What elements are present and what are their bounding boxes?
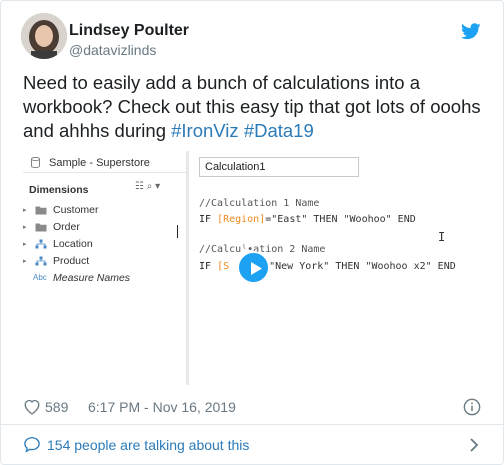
- code-field: [Region]: [217, 214, 266, 225]
- speech-bubble-icon: [24, 437, 40, 453]
- play-button[interactable]: [237, 251, 270, 284]
- datasource-header[interactable]: Sample - Superstore: [23, 151, 186, 173]
- data-pane: Sample - Superstore Dimensions ☷ ⌕ ▾ ▸ C…: [23, 151, 189, 385]
- like-count[interactable]: 589: [45, 399, 68, 415]
- field-label: Measure Names: [53, 272, 131, 284]
- field-product[interactable]: ▸ Product: [23, 254, 183, 270]
- dimensions-title: Dimensions: [29, 184, 89, 196]
- author-name[interactable]: Lindsey Poulter: [69, 22, 189, 40]
- abc-icon: Abc: [33, 273, 47, 282]
- expand-triangle-icon[interactable]: ▸: [23, 223, 27, 231]
- code-line-1: IF [Region]="East" THEN "Woohoo" END: [199, 214, 416, 225]
- hierarchy-icon: [35, 256, 47, 266]
- avatar[interactable]: [21, 13, 67, 59]
- database-icon: [31, 157, 40, 168]
- field-order[interactable]: ▸ Order: [23, 220, 183, 236]
- author-handle[interactable]: @datavizlinds: [69, 42, 156, 58]
- expand-triangle-icon[interactable]: ▸: [23, 257, 27, 265]
- field-label: Order: [53, 221, 80, 233]
- tweet-card: Lindsey Poulter @datavizlinds Need to ea…: [0, 0, 504, 465]
- expand-triangle-icon[interactable]: ▸: [23, 206, 27, 214]
- code-keyword: IF: [199, 261, 218, 272]
- field-label: Location: [53, 238, 93, 250]
- divider: [1, 424, 504, 425]
- code-rest: ="East" THEN "Woohoo" END: [265, 214, 416, 225]
- code-field: [S: [217, 261, 230, 272]
- heart-icon[interactable]: [23, 398, 41, 415]
- folder-icon: [35, 223, 47, 232]
- text-caret: [177, 225, 178, 238]
- search-icon[interactable]: ⌕: [147, 181, 153, 192]
- code-comment-1: //Calculation 1 Name: [199, 198, 320, 209]
- conversation-label[interactable]: 154 people are talking about this: [47, 437, 249, 453]
- timestamp[interactable]: 6:17 PM - Nov 16, 2019: [88, 399, 236, 415]
- hashtag-data19[interactable]: #Data19: [244, 120, 314, 141]
- twitter-bird-icon[interactable]: [461, 23, 481, 40]
- hashtag-ironviz[interactable]: #IronViz: [171, 120, 239, 141]
- field-label: Customer: [53, 204, 99, 216]
- chevron-down-icon[interactable]: ▾: [155, 181, 160, 192]
- dimensions-tools: ☷ ⌕ ▾: [135, 181, 160, 192]
- field-customer[interactable]: ▸ Customer: [23, 203, 183, 219]
- field-location[interactable]: ▸ Location: [23, 237, 183, 253]
- calculation-name-input[interactable]: Calculation1: [199, 157, 359, 177]
- code-keyword: IF: [199, 214, 218, 225]
- field-measure-names[interactable]: Abc Measure Names: [23, 271, 183, 287]
- chevron-right-icon[interactable]: [469, 437, 479, 453]
- ibeam-cursor-icon: I: [438, 230, 446, 244]
- code-rest: "New York" THEN "Woohoo x2" END: [269, 261, 456, 272]
- expand-triangle-icon[interactable]: ▸: [23, 240, 27, 248]
- folder-icon: [35, 206, 47, 215]
- tweet-text: Need to easily add a bunch of calculatio…: [23, 71, 493, 143]
- field-label: Product: [53, 255, 90, 267]
- datasource-label: Sample - Superstore: [49, 157, 150, 169]
- play-icon: [251, 262, 262, 275]
- info-icon[interactable]: [463, 398, 481, 416]
- hierarchy-icon: [35, 239, 47, 249]
- grid-view-icon[interactable]: ☷: [135, 181, 144, 192]
